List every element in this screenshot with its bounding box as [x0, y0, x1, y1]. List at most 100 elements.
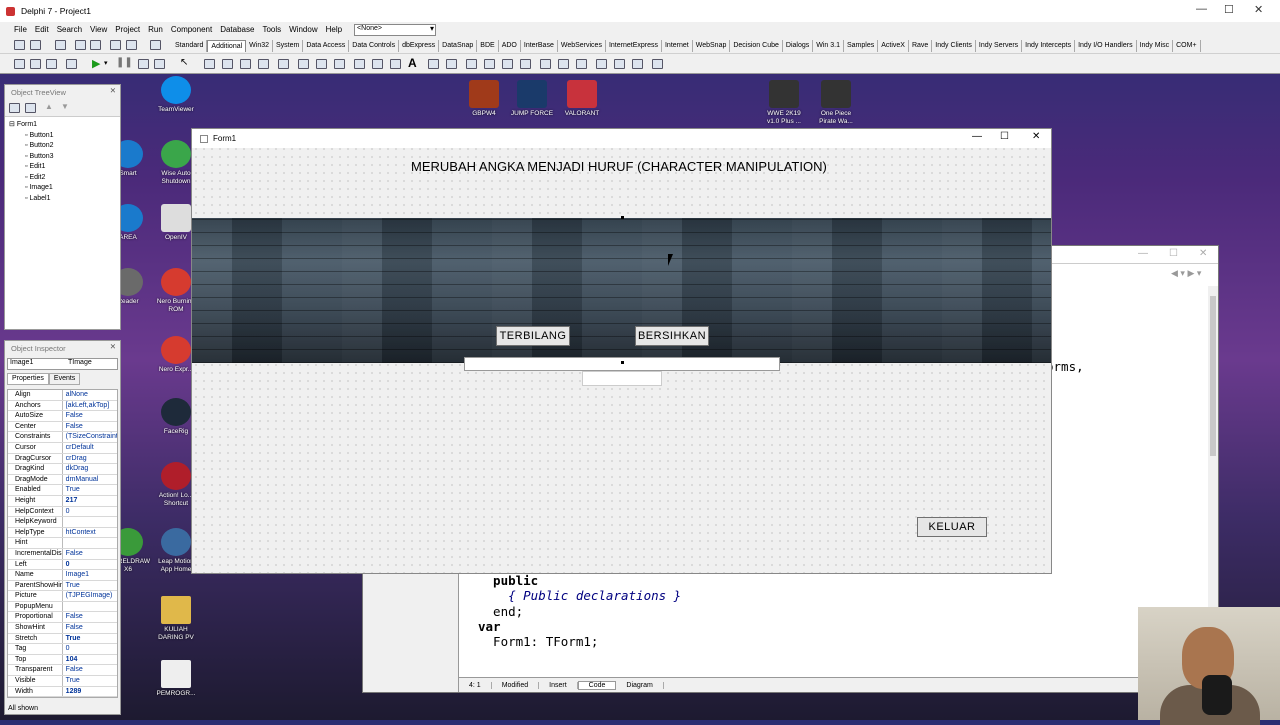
remove-file-icon[interactable] — [126, 40, 137, 50]
speedbutton-icon[interactable] — [222, 59, 233, 69]
customizedlg-icon[interactable] — [652, 59, 663, 69]
checklistbox-icon[interactable] — [372, 59, 383, 69]
controlbar-icon[interactable] — [428, 59, 439, 69]
view-form-icon[interactable] — [30, 59, 41, 69]
tree-item[interactable]: ▫ Image1 — [9, 183, 116, 194]
tab-code[interactable]: Code — [577, 680, 617, 690]
menu-component[interactable]: Component — [171, 25, 212, 34]
property-row[interactable]: DragMode dmManual — [8, 474, 117, 486]
statictext-icon[interactable]: A — [408, 56, 417, 70]
desktop-icon-one-piece[interactable]: One Piece Pirate Wa... — [814, 80, 858, 126]
source-code[interactable]: public { Public declarations } end; var F… — [478, 573, 681, 649]
desktop-icon-wwe[interactable]: WWE 2K19 v1.0 Plus ... — [762, 80, 806, 126]
desktop-combo[interactable]: <None> — [354, 23, 437, 36]
close-icon[interactable]: ✕ — [1032, 131, 1040, 142]
desktop-icon-jump-force[interactable]: JUMP FORCE — [510, 80, 554, 118]
splitter-icon[interactable] — [390, 59, 401, 69]
palette-tab[interactable]: WebSnap — [693, 40, 731, 52]
property-row[interactable]: ShowHint False — [8, 623, 117, 634]
open-icon[interactable] — [30, 40, 41, 50]
palette-tab[interactable]: Indy Clients — [932, 40, 976, 52]
property-row[interactable]: Center False — [8, 421, 117, 433]
help-icon[interactable] — [150, 40, 161, 50]
actionmanager-icon[interactable] — [540, 59, 551, 69]
palette-tab[interactable]: InternetExpress — [606, 40, 662, 52]
desktop-icon-gbpw4[interactable]: GBPW4 — [462, 80, 506, 118]
save-icon[interactable] — [55, 40, 66, 50]
tree-item[interactable]: ▫ Button2 — [9, 141, 116, 152]
property-row[interactable]: Constraints(TSizeConstraints) — [8, 432, 117, 443]
property-row[interactable]: Transparent False — [8, 665, 117, 677]
menu-tools[interactable]: Tools — [262, 25, 281, 34]
property-row[interactable]: Picture (TJPEGImage) — [8, 591, 117, 602]
valuelisteditor-icon[interactable] — [466, 59, 477, 69]
back-icon[interactable]: ◀ ▾ ▶ ▾ — [1171, 268, 1201, 279]
palette-tab[interactable]: Samples — [844, 40, 879, 52]
property-row[interactable]: PopupMenu — [8, 601, 117, 613]
bevel-icon[interactable] — [334, 59, 345, 69]
menu-run[interactable]: Run — [148, 25, 163, 34]
menu-view[interactable]: View — [90, 25, 107, 34]
property-row[interactable]: AutoSize False — [8, 411, 117, 422]
palette-tab[interactable]: COM+ — [1173, 40, 1201, 52]
palette-tab[interactable]: Win 3.1 — [813, 40, 844, 52]
save-all-icon[interactable] — [75, 40, 86, 50]
arrow-down-icon[interactable]: ▼ — [61, 102, 69, 111]
appevents-icon[interactable] — [446, 59, 457, 69]
add-file-icon[interactable] — [110, 40, 121, 50]
property-row[interactable]: Align alNone — [8, 390, 117, 401]
menu-edit[interactable]: Edit — [35, 25, 49, 34]
property-row[interactable]: HelpContext 0 — [8, 506, 117, 518]
keluar-button[interactable]: KELUAR — [917, 517, 987, 537]
tree-item[interactable]: ▫ Edit2 — [9, 173, 116, 184]
maximize-icon[interactable]: ☐ — [1169, 248, 1178, 259]
labelededit-icon[interactable] — [484, 59, 495, 69]
palette-tab[interactable]: Internet — [662, 40, 693, 52]
property-row[interactable]: Left 0 — [8, 559, 117, 571]
view-unit-icon[interactable] — [14, 59, 25, 69]
shape-icon[interactable] — [316, 59, 327, 69]
xpcolormap-icon[interactable] — [596, 59, 607, 69]
background-image[interactable]: TERBILANG BERSIHKAN — [192, 218, 1051, 386]
new-icon[interactable] — [14, 40, 25, 50]
palette-tab[interactable]: ADO — [499, 40, 521, 52]
palette-tab[interactable]: InterBase — [521, 40, 558, 52]
close-icon[interactable]: ✕ — [110, 86, 116, 95]
palette-tab[interactable]: Indy Intercepts — [1022, 40, 1076, 52]
property-row[interactable]: Hint — [8, 538, 117, 549]
open-project-icon[interactable] — [90, 40, 101, 50]
property-row[interactable]: Proportional False — [8, 612, 117, 624]
palette-tab[interactable]: Win32 — [246, 40, 274, 52]
property-row[interactable]: Enabled True — [8, 485, 117, 496]
menu-search[interactable]: Search — [57, 25, 82, 34]
step-over-icon[interactable] — [154, 59, 165, 69]
minimize-icon[interactable]: — — [1138, 248, 1148, 259]
step-into-icon[interactable] — [138, 59, 149, 69]
run-icon[interactable]: ▶ — [92, 57, 100, 70]
property-row[interactable]: Width 1289 — [8, 686, 117, 698]
bersihkan-button[interactable]: BERSIHKAN — [635, 326, 709, 346]
actiontoolbar-icon[interactable] — [576, 59, 587, 69]
palette-tab[interactable]: Rave — [909, 40, 933, 52]
terbilang-button[interactable]: TERBILANG — [496, 326, 570, 346]
new-form-icon[interactable] — [66, 59, 77, 69]
object-selector[interactable]: Image1 TImage — [7, 358, 118, 370]
property-row[interactable]: Tag 0 — [8, 644, 117, 655]
image-icon[interactable] — [298, 59, 309, 69]
menu-project[interactable]: Project — [115, 25, 140, 34]
property-row[interactable]: HelpKeyword — [8, 517, 117, 528]
close-icon[interactable]: ✕ — [1254, 3, 1263, 16]
property-row[interactable]: Anchors [akLeft,akTop] — [8, 400, 117, 412]
menu-file[interactable]: File — [14, 25, 27, 34]
palette-tab[interactable]: dbExpress — [399, 40, 440, 52]
tree-root[interactable]: ⊟ Form1 — [9, 120, 116, 131]
drawgrid-icon[interactable] — [278, 59, 289, 69]
palette-tab[interactable]: System — [273, 40, 304, 52]
close-icon[interactable]: ✕ — [110, 342, 116, 351]
maximize-icon[interactable]: ☐ — [1000, 131, 1009, 142]
tab-events[interactable]: Events — [48, 373, 81, 385]
arrow-up-icon[interactable]: ▲ — [45, 102, 53, 111]
selection-handle[interactable] — [621, 361, 624, 364]
property-row[interactable]: Cursor crDefault — [8, 442, 117, 454]
chart-icon[interactable] — [520, 59, 531, 69]
